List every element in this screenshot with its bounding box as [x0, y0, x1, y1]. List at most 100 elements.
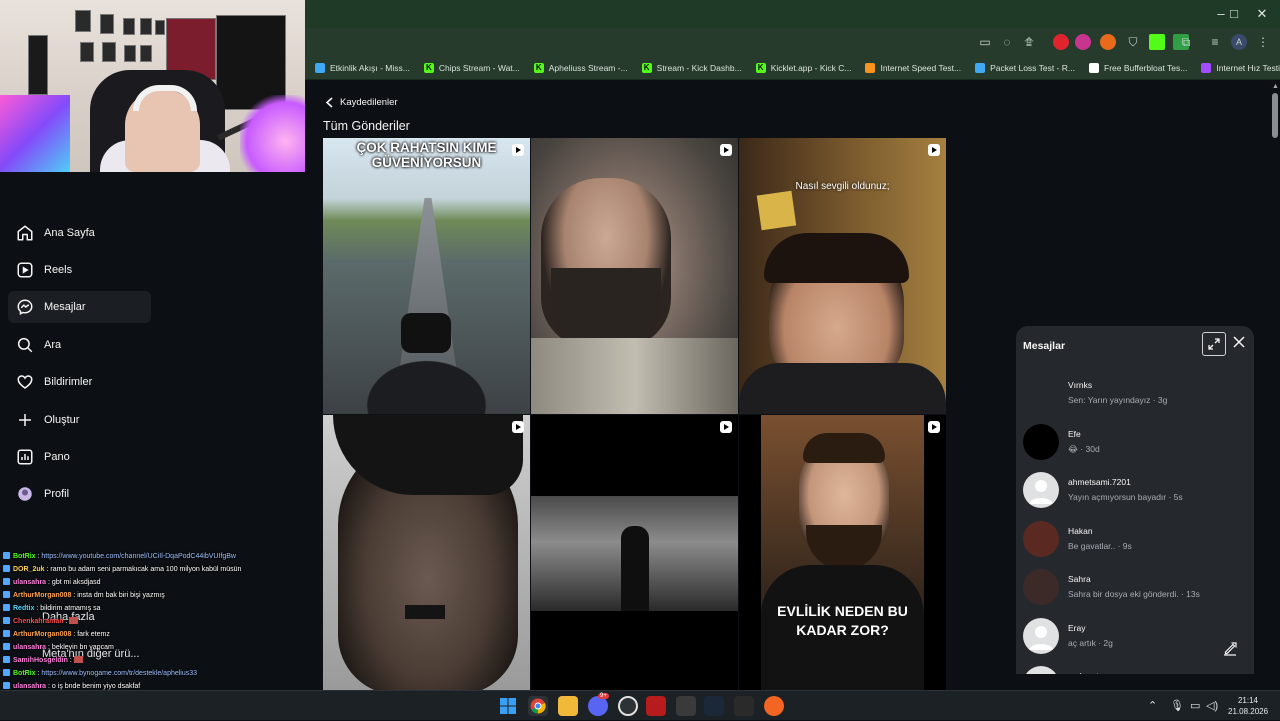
- app-icon[interactable]: [676, 696, 696, 716]
- close-icon: [1233, 336, 1245, 348]
- nav-notifications[interactable]: Bildirimler: [8, 366, 151, 398]
- kick-extension-icon[interactable]: [1149, 34, 1165, 50]
- app-icon[interactable]: [646, 696, 666, 716]
- bookmark-favicon-icon: [315, 62, 325, 73]
- bookmark-item[interactable]: Internet Hız Testi &...: [1195, 58, 1280, 78]
- scroll-up-arrow[interactable]: ▲: [1272, 83, 1279, 90]
- obs-icon[interactable]: [618, 696, 638, 716]
- nav-messages[interactable]: Mesajlar: [8, 291, 151, 323]
- conversation-name: Efe: [1068, 428, 1081, 439]
- network-icon[interactable]: ▭: [1190, 699, 1200, 712]
- home-icon: [17, 225, 33, 241]
- tray-overflow-icon[interactable]: ⌃: [1148, 699, 1157, 712]
- post-tile[interactable]: EVLİLİK NEDEN BU KADAR ZOR?: [739, 415, 946, 690]
- browser-titlebar: – □ ✕: [305, 0, 1280, 28]
- scrollbar-thumb[interactable]: [1272, 93, 1278, 138]
- nav-reels[interactable]: Reels: [8, 254, 151, 286]
- windows-taskbar: 9+ ⌃ 🎙 ▭ ◁) 21:14 21.08.2026: [0, 690, 1280, 720]
- conversation-name: mehmet: [1068, 671, 1099, 674]
- clock-time: 21:14: [1237, 696, 1259, 705]
- bookmark-favicon-icon: K: [641, 62, 652, 73]
- chat-username: ulansahra: [13, 683, 47, 690]
- extension-icon[interactable]: [1053, 34, 1069, 50]
- chat-message: BotRix : https://www.bynogame.com/tr/des…: [0, 667, 305, 680]
- chat-message: DOR_2uk : ramo bu adam seni parmakıcak a…: [0, 563, 305, 576]
- profile-avatar[interactable]: A: [1231, 34, 1247, 50]
- nav-home[interactable]: Ana Sayfa: [8, 217, 151, 249]
- bookmark-item[interactable]: K Chips Stream - Wat...: [418, 58, 526, 78]
- reading-list-icon[interactable]: ≡: [1207, 34, 1223, 50]
- extension-icon[interactable]: [1100, 34, 1116, 50]
- close-panel-button[interactable]: [1230, 334, 1248, 352]
- clock[interactable]: 21:14 21.08.2026: [1228, 695, 1268, 717]
- nav-dashboard[interactable]: Pano: [8, 441, 151, 473]
- bookmark-item[interactable]: K Stream - Kick Dashb...: [636, 58, 748, 78]
- bookmark-item[interactable]: Etkinlik Akışı - Miss...: [309, 58, 416, 78]
- chrome-taskbar-icon[interactable]: [528, 696, 548, 716]
- app-icon[interactable]: [764, 696, 784, 716]
- expand-button[interactable]: [1202, 332, 1226, 356]
- poster: [140, 18, 152, 35]
- start-button[interactable]: [498, 696, 518, 716]
- conversation-name: Eray: [1068, 622, 1086, 633]
- epic-games-icon[interactable]: [734, 696, 754, 716]
- page-scrollbar[interactable]: ▲: [1270, 81, 1280, 690]
- chat-badge-icon: [3, 643, 10, 650]
- menu-icon[interactable]: ⋮: [1255, 34, 1271, 50]
- conversation-item[interactable]: mehmet: [1023, 661, 1248, 674]
- steam-icon[interactable]: [704, 696, 724, 716]
- post-tile[interactable]: [323, 415, 530, 690]
- extension-icon[interactable]: [1075, 34, 1091, 50]
- bookmark-item[interactable]: K Apheliuss Stream -...: [528, 58, 634, 78]
- conversation-item[interactable]: ahmetsami.7201 Yayın açmıyorsun bayadır ·…: [1023, 467, 1248, 513]
- bookmark-favicon-icon: [1201, 62, 1212, 73]
- plus-icon: [19, 414, 31, 426]
- beard: [806, 525, 882, 570]
- sticky-note: [756, 190, 797, 231]
- bookmark-item[interactable]: K Kicklet.app - Kick C...: [750, 58, 858, 78]
- post-tile[interactable]: [531, 138, 738, 414]
- bookmark-item[interactable]: Free Bufferbloat Tes...: [1083, 58, 1193, 78]
- post-caption: Nasıl sevgili oldunuz;: [795, 181, 890, 192]
- heart-icon: [17, 375, 33, 389]
- chat-username: ArthurMorgan008: [13, 592, 72, 599]
- nav-create[interactable]: Oluştur: [8, 404, 151, 436]
- nav-label: Pano: [44, 451, 70, 463]
- chat-text: bekleyin bn yapcam: [51, 644, 114, 651]
- bookmark-star-icon[interactable]: ☆: [1021, 34, 1037, 50]
- chat-text[interactable]: https://www.youtube.com/channel/UCiIl-Dq…: [41, 553, 236, 560]
- post-tile[interactable]: [531, 415, 738, 690]
- post-tile[interactable]: ÇOK RAHATSIN KIME GÜVENİYORSUN: [323, 138, 530, 414]
- bookmark-favicon-icon: K: [755, 62, 766, 73]
- volume-icon[interactable]: ◁): [1206, 699, 1218, 712]
- cast-icon[interactable]: ▭: [977, 34, 993, 50]
- chat-text: bildirim atmamış sa: [40, 605, 101, 612]
- chat-badge-icon: [3, 578, 10, 585]
- post-tile[interactable]: Nasıl sevgili oldunuz;: [739, 138, 946, 414]
- conversation-item[interactable]: Vırnks Sen: Yarın yayındayız · 3g: [1023, 370, 1248, 416]
- conversation-item[interactable]: Sahra Sahra bir dosya eki gönderdi. · 13s: [1023, 564, 1248, 610]
- chat-emote-icon: [69, 617, 79, 624]
- nav-profile[interactable]: Profil: [8, 478, 151, 510]
- back-to-saved[interactable]: Kaydedilenler: [325, 97, 398, 108]
- hair: [764, 233, 909, 283]
- bookmark-favicon-icon: [865, 62, 876, 73]
- nav-search[interactable]: Ara: [8, 329, 151, 361]
- close-window-button[interactable]: ✕: [1252, 6, 1272, 22]
- conversation-item[interactable]: Hakan Be gavatlar.. · 9s: [1023, 516, 1248, 562]
- conversation-preview: Yayın açmıyorsun bayadır · 5s: [1068, 492, 1183, 502]
- puzzle-icon[interactable]: ⧉: [1178, 34, 1194, 50]
- chat-text[interactable]: https://www.bynogame.com/tr/destekle/aph…: [41, 670, 197, 677]
- maximize-button[interactable]: □: [1224, 6, 1244, 21]
- bookmark-item[interactable]: Packet Loss Test - R...: [969, 58, 1081, 78]
- bookmark-item[interactable]: Internet Speed Test...: [859, 58, 967, 78]
- file-explorer-icon[interactable]: [558, 696, 578, 716]
- conversation-item[interactable]: Efe 😂 · 30d: [1023, 419, 1248, 465]
- microphone-icon[interactable]: 🎙: [1170, 699, 1184, 712]
- eye-off-icon[interactable]: ◌: [999, 34, 1015, 50]
- compose-button[interactable]: [1210, 636, 1250, 662]
- poster: [80, 42, 94, 62]
- discord-icon[interactable]: [588, 696, 608, 716]
- shield-icon[interactable]: ⛉: [1125, 34, 1141, 50]
- mustache: [405, 605, 445, 619]
